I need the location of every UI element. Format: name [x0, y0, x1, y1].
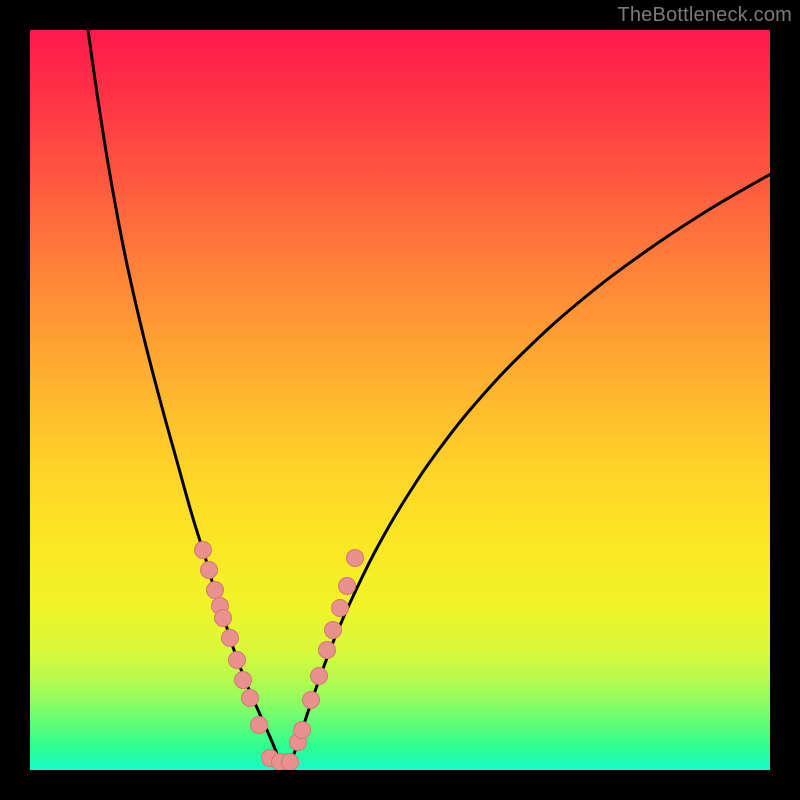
highlight-dot [242, 690, 259, 707]
highlight-dot [282, 754, 299, 771]
highlight-dot [311, 668, 328, 685]
curve-right-branch [288, 175, 770, 770]
highlight-dot [319, 642, 336, 659]
highlight-dot [222, 630, 239, 647]
highlight-dots [195, 542, 364, 771]
highlight-dot [294, 722, 311, 739]
watermark-text: TheBottleneck.com [617, 4, 792, 27]
highlight-dot [347, 550, 364, 567]
plot-area [30, 30, 770, 770]
highlight-dot [235, 672, 252, 689]
curve-left-branch [88, 30, 282, 770]
highlight-dot [339, 578, 356, 595]
chart-frame: TheBottleneck.com [0, 0, 800, 800]
curve-layer [30, 30, 770, 770]
highlight-dot [325, 622, 342, 639]
highlight-dot [215, 610, 232, 627]
highlight-dot [207, 582, 224, 599]
highlight-dot [229, 652, 246, 669]
highlight-dot [332, 600, 349, 617]
highlight-dot [251, 717, 268, 734]
highlight-dot [195, 542, 212, 559]
highlight-dot [201, 562, 218, 579]
highlight-dot [303, 692, 320, 709]
